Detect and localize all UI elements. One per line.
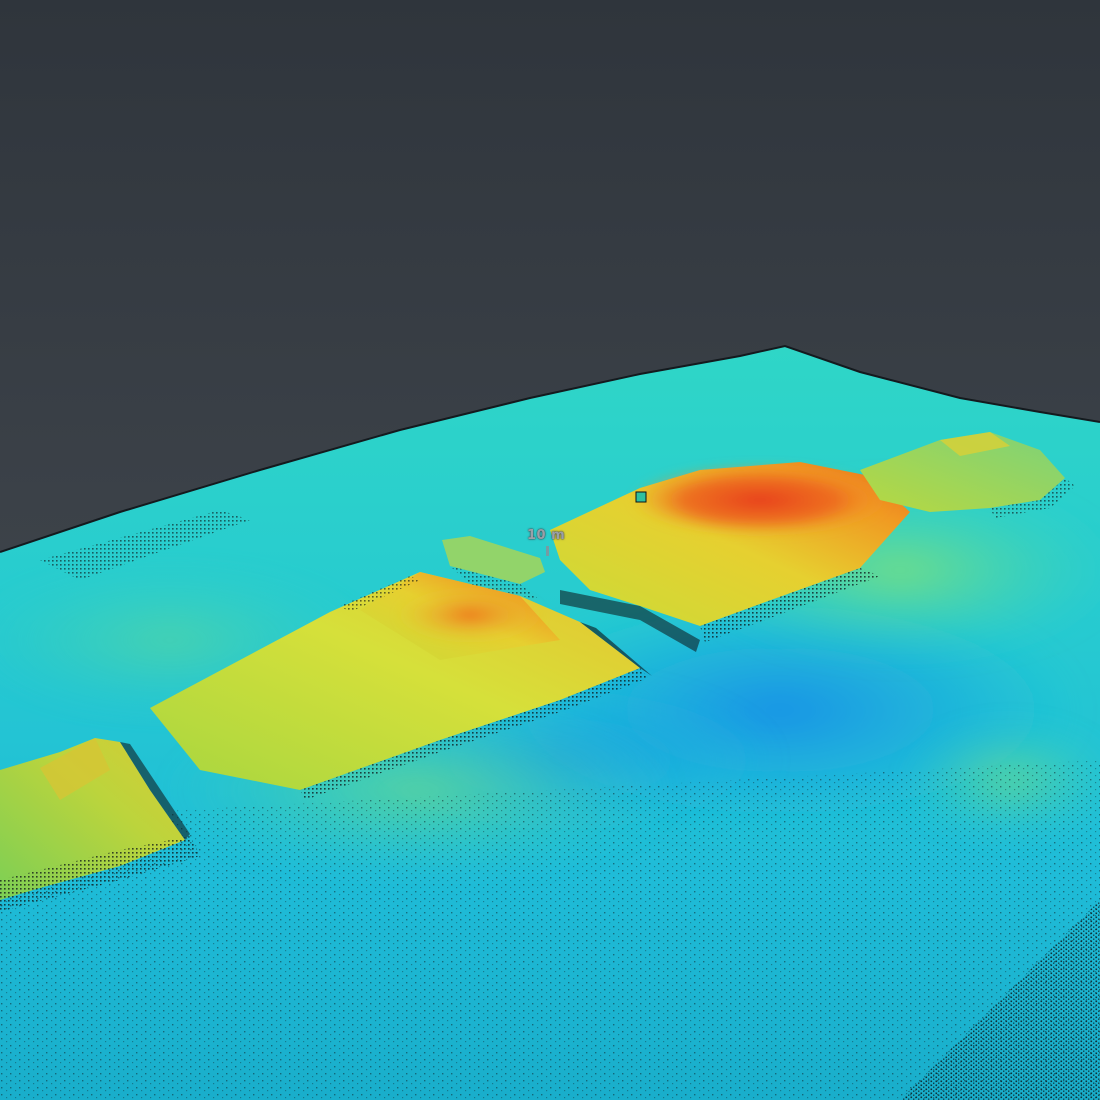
point-cloud-viewport[interactable]: 10 m — [0, 0, 1100, 1100]
bathymetry-point-cloud[interactable] — [0, 0, 1100, 1100]
scale-tick-icon — [546, 546, 549, 556]
scale-label: 10 m — [527, 528, 566, 543]
